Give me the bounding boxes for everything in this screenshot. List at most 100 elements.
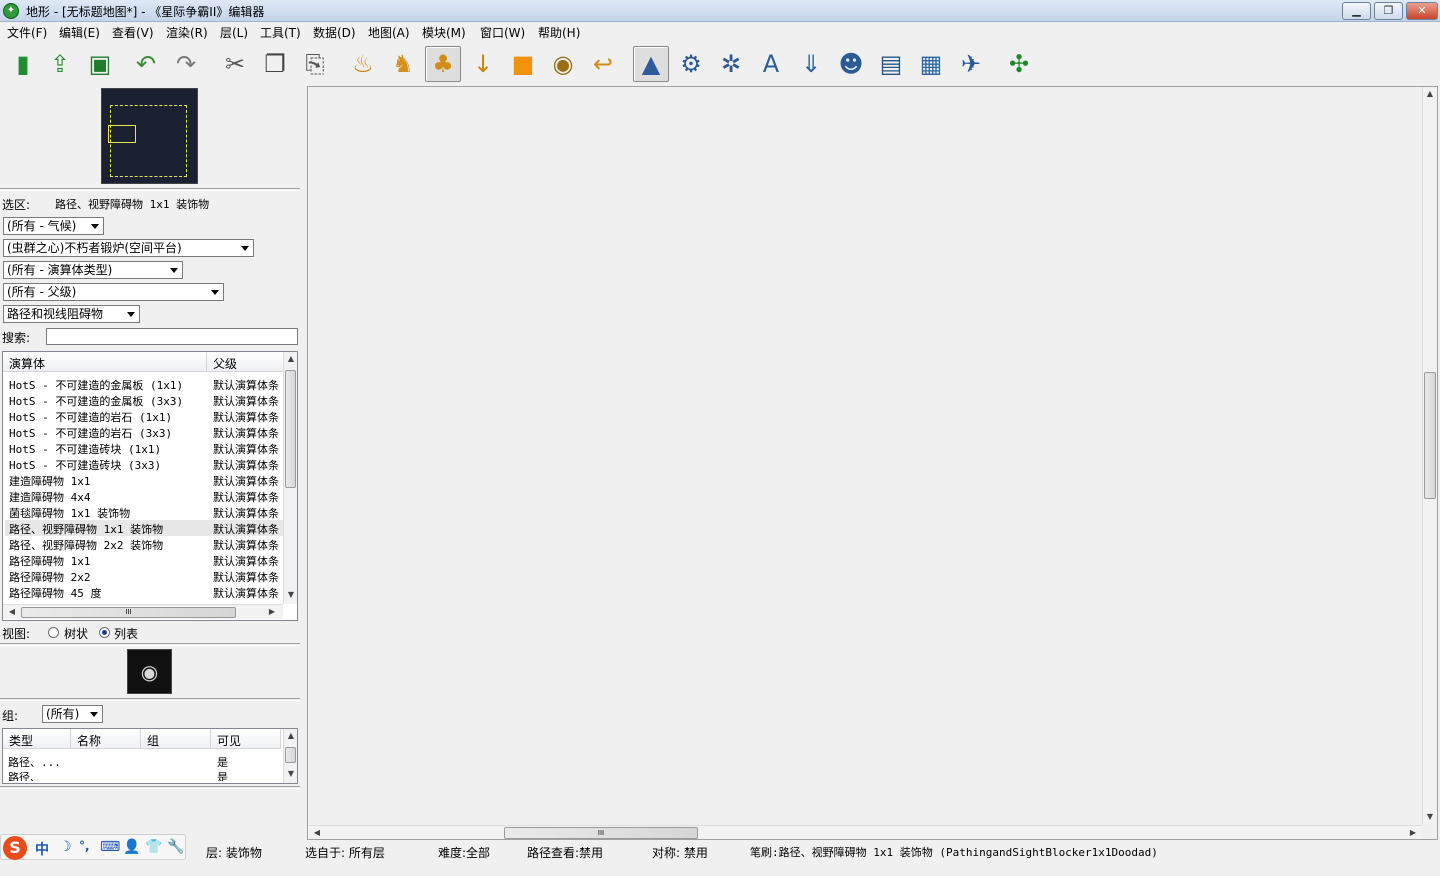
panel-divider[interactable] (0, 188, 300, 191)
maximize-button[interactable]: ❐ (1374, 2, 1403, 20)
minimap-camera-box[interactable] (108, 125, 136, 143)
skin-icon[interactable]: 👕 (145, 839, 162, 855)
punctuation-icon[interactable]: °, (79, 839, 90, 853)
scroll-down-icon[interactable]: ▼ (1423, 810, 1437, 824)
menu-render[interactable]: 渲染(R) (166, 24, 208, 41)
group-filter[interactable]: (所有) (42, 705, 103, 723)
text-module-button[interactable]: A (753, 46, 789, 82)
column-header-group[interactable]: 组 (141, 729, 211, 749)
table-vertical-thumb[interactable] (285, 747, 296, 763)
list-item[interactable]: 路径障碍物 1x1 默认演算体条 (5, 552, 283, 568)
menu-window[interactable]: 窗口(W) (480, 24, 525, 41)
list-item[interactable]: HotS - 不可建造的岩石 (3x3) 默认演算体条 (5, 424, 283, 440)
scroll-left-icon[interactable]: ◀ (5, 605, 19, 619)
menu-layer[interactable]: 层(L) (220, 24, 248, 41)
redo-button[interactable]: ↷ (168, 46, 204, 82)
list-horizontal-scrollbar[interactable]: ◀ III ▶ (3, 604, 283, 619)
scroll-up-icon[interactable]: ▲ (284, 729, 298, 743)
paths-button[interactable]: ↩ (585, 46, 621, 82)
panel-divider[interactable] (0, 643, 300, 646)
list-vertical-scrollbar[interactable]: ▲ ▼ (283, 352, 297, 604)
list-item[interactable]: 路径、视野障碍物 1x1 装饰物 默认演算体条 (5, 520, 283, 536)
terrain-module-button[interactable]: ▲ (633, 46, 669, 82)
import-module-button[interactable]: ⇓ (793, 46, 829, 82)
menu-view[interactable]: 查看(V) (112, 24, 154, 41)
scroll-right-icon[interactable]: ▶ (265, 605, 279, 619)
close-button[interactable]: ✕ (1406, 2, 1438, 20)
climate-filter[interactable]: (所有 - 气候) (3, 217, 104, 235)
panel-divider[interactable] (0, 786, 300, 789)
list-item[interactable]: 建造障碍物 4x4 默认演算体条 (5, 488, 283, 504)
doodad-type-filter[interactable]: (所有 - 演算体类型) (3, 261, 183, 279)
list-item[interactable]: HotS - 不可建造的金属板 (3x3) 默认演算体条 (5, 392, 283, 408)
parent-filter[interactable]: (所有 - 父级) (3, 283, 224, 301)
list-item[interactable]: HotS - 不可建造砖块 (3x3) 默认演算体条 (5, 456, 283, 472)
data-module-button[interactable]: ⚙ (673, 46, 709, 82)
cameras-button[interactable]: ◉ (545, 46, 581, 82)
view-tree-label[interactable]: 树状 (64, 625, 88, 642)
new-map-button[interactable]: ▮ (5, 46, 41, 82)
doodads-button[interactable]: ♣ (425, 46, 461, 82)
scroll-up-icon[interactable]: ▲ (1423, 87, 1437, 101)
list-item[interactable]: 建造障碍物 1x1 默认演算体条 (5, 472, 283, 488)
tileset-filter[interactable]: (虫群之心)不朽者锻炉(空间平台) (3, 239, 254, 257)
search-input[interactable] (46, 328, 298, 345)
menu-tools[interactable]: 工具(T) (260, 24, 301, 41)
view-list-label[interactable]: 列表 (114, 625, 138, 642)
ime-chinese-mode[interactable]: 中 (35, 839, 49, 859)
view-list-radio[interactable] (99, 627, 110, 638)
test-map-button[interactable]: ✣ (1001, 46, 1037, 82)
list-item[interactable]: 路径障碍物 45 度 默认演算体条 (5, 584, 283, 600)
viewport-vertical-scrollbar[interactable]: ▲ ▼ (1422, 87, 1437, 824)
copy-button[interactable]: ❐ (257, 46, 293, 82)
list-item[interactable]: HotS - 不可建造的岩石 (1x1) 默认演算体条 (5, 408, 283, 424)
column-header-parent[interactable]: 父级 (207, 352, 285, 372)
placed-objects-table[interactable]: 类型 名称 组 可见 路径、... 是 路径、 是 ▲ ▼ (2, 728, 298, 784)
paste-button[interactable]: ⎘ (297, 46, 333, 82)
ime-toolbar[interactable]: S 中 ☽ °, ⌨ 👤 👕 🔧 (0, 834, 186, 860)
minimize-button[interactable]: ▁ (1342, 2, 1371, 20)
menu-modules[interactable]: 模块(M) (422, 24, 466, 41)
category-filter[interactable]: 路径和视线阻碍物 (3, 305, 140, 323)
panel-divider[interactable] (0, 698, 300, 701)
open-map-button[interactable]: ⇪ (42, 46, 78, 82)
list-item[interactable]: HotS - 不可建造砖块 (1x1) 默认演算体条 (5, 440, 283, 456)
list-horizontal-thumb[interactable]: III (21, 607, 236, 618)
menu-edit[interactable]: 编辑(E) (59, 24, 100, 41)
table-row[interactable]: 路径、... 是 (3, 754, 281, 769)
view-tree-radio[interactable] (48, 627, 59, 638)
list-item[interactable]: 路径、视野障碍物 2x2 装饰物 默认演算体条 (5, 536, 283, 552)
menu-map[interactable]: 地图(A) (368, 24, 410, 41)
viewport-horizontal-thumb[interactable]: III (504, 827, 698, 839)
terrain-viewport[interactable]: ▲ ▼ ◀ III ▶ (307, 86, 1438, 840)
keyboard-icon[interactable]: ⌨ (100, 839, 120, 855)
ai-module-button[interactable]: ☻ (833, 46, 869, 82)
scroll-left-icon[interactable]: ◀ (310, 826, 324, 840)
column-header-name[interactable]: 名称 (71, 729, 141, 749)
list-item[interactable]: HotS - 不可建造的金属板 (1x1) 默认演算体条 (5, 376, 283, 392)
menu-data[interactable]: 数据(D) (313, 24, 356, 41)
menu-file[interactable]: 文件(F) (7, 24, 47, 41)
list-item[interactable]: 菌毯障碍物 1x1 装饰物 默认演算体条 (5, 504, 283, 520)
ui-module-button[interactable]: ✈ (953, 46, 989, 82)
scroll-right-icon[interactable]: ▶ (1406, 826, 1420, 840)
app-icon[interactable]: ✦ (3, 3, 19, 19)
viewport-horizontal-scrollbar[interactable]: ◀ III ▶ (308, 825, 1422, 839)
wrench-icon[interactable]: 🔧 (167, 839, 184, 855)
regions-button[interactable]: ■ (505, 46, 541, 82)
table-row[interactable]: 路径、 是 (3, 769, 281, 781)
moon-icon[interactable]: ☽ (59, 839, 72, 855)
terrain-button[interactable]: ♨ (345, 46, 381, 82)
points-button[interactable]: ↓ (465, 46, 501, 82)
column-header-visible[interactable]: 可见 (211, 729, 281, 749)
list-item[interactable]: 路径障碍物 2x2 默认演算体条 (5, 568, 283, 584)
previewer-module-button[interactable]: ▦ (913, 46, 949, 82)
column-header-type[interactable]: 类型 (3, 729, 71, 749)
ime-logo-icon[interactable]: S (3, 836, 27, 860)
save-map-button[interactable]: ▣ (82, 46, 118, 82)
doodad-list[interactable]: 演算体 父级 HotS - 不可建造的金属板 (1x1) 默认演算体条 HotS -… (2, 351, 298, 621)
scroll-down-icon[interactable]: ▼ (284, 588, 298, 602)
column-header-doodad[interactable]: 演算体 (3, 352, 207, 372)
minimap-preview[interactable] (101, 88, 198, 184)
cutscene-module-button[interactable]: ▤ (873, 46, 909, 82)
